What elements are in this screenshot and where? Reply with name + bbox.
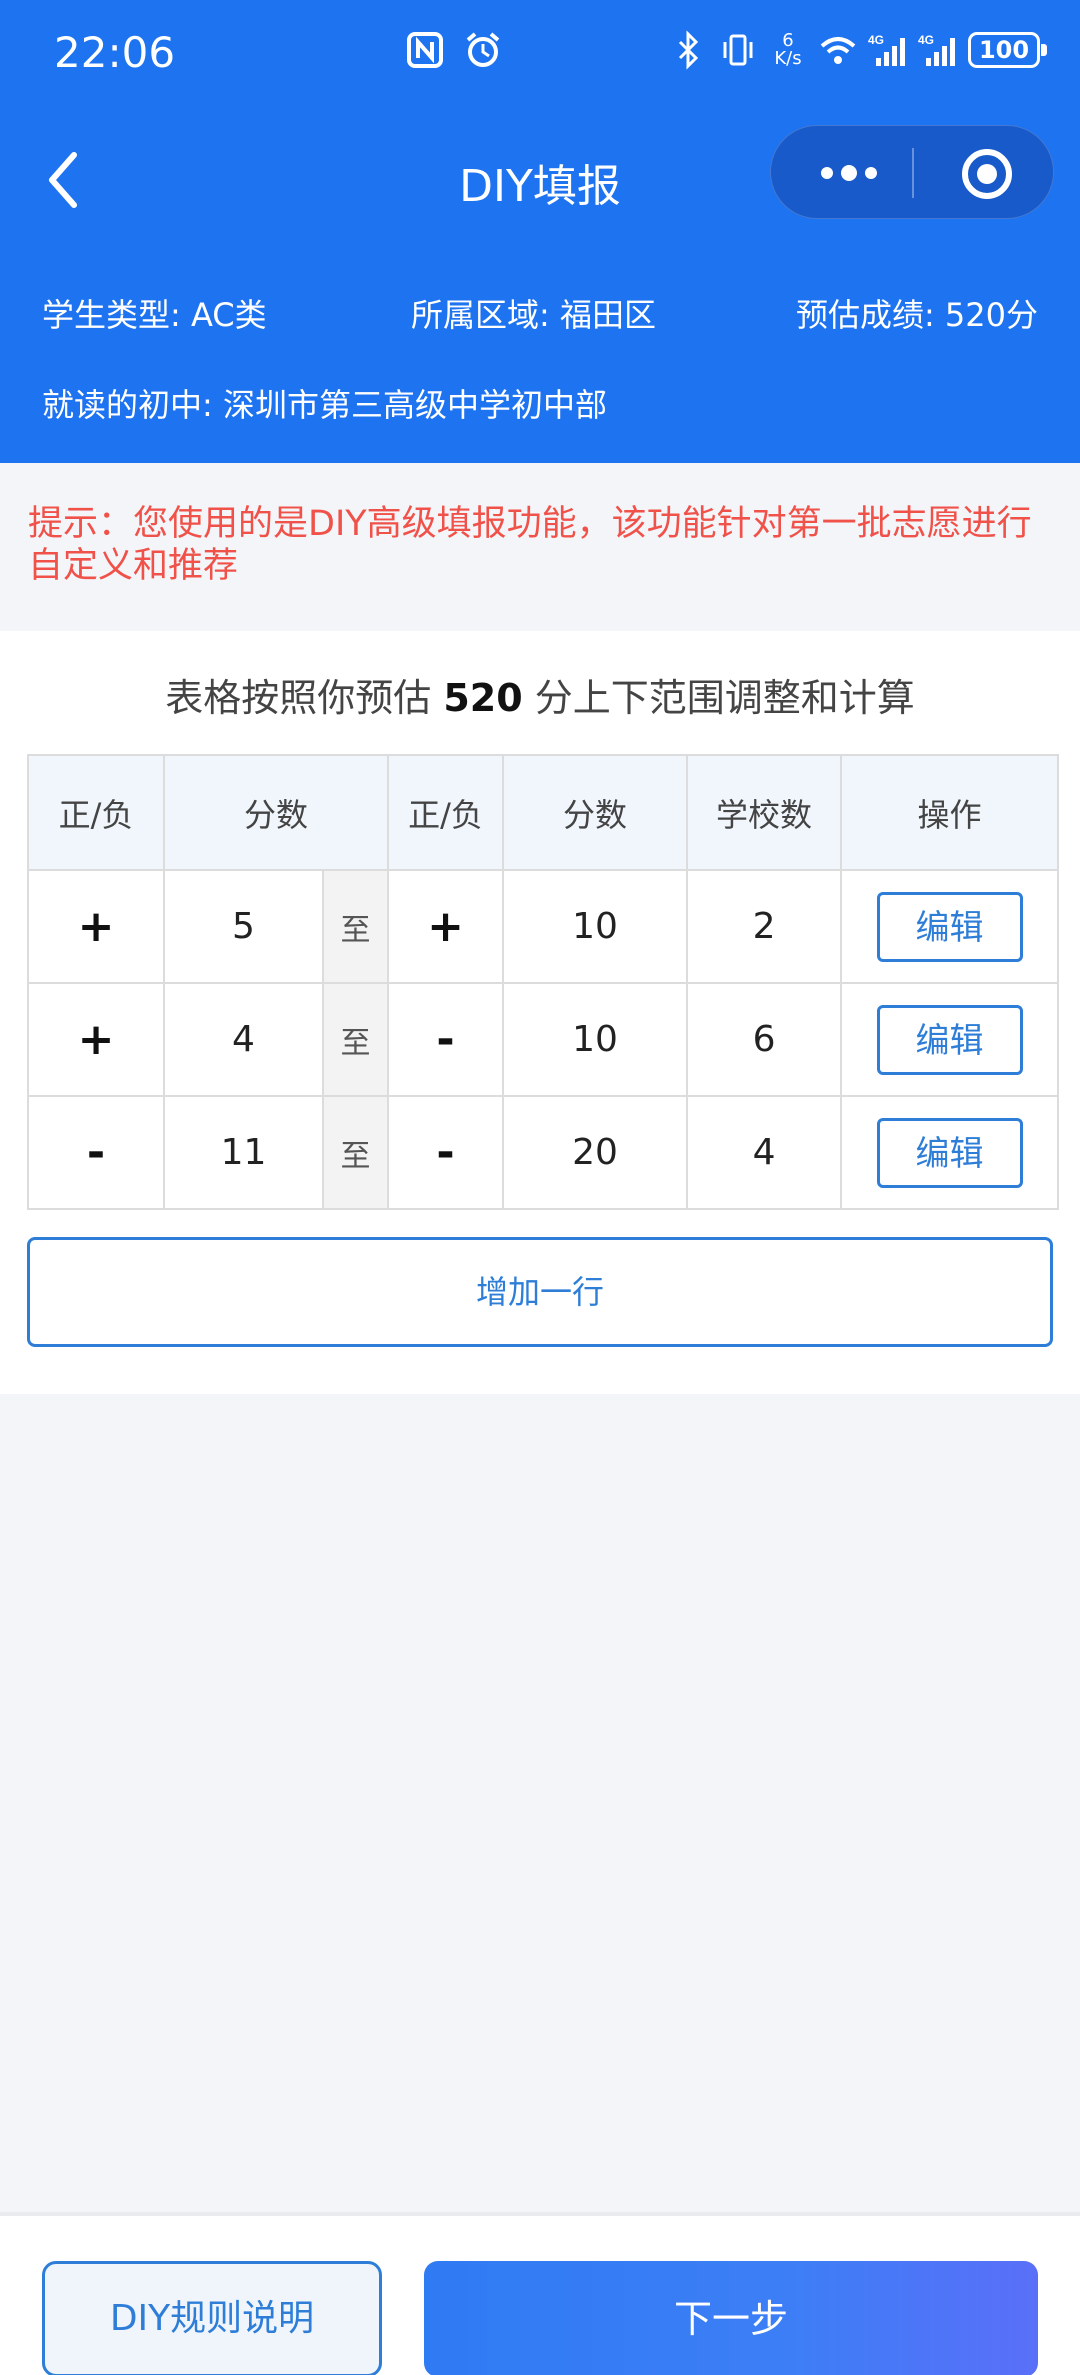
sign-to: -	[387, 1095, 505, 1210]
status-bar: 22:06 6 K/s 4G 4G 100	[0, 0, 1080, 108]
sign-from: +	[27, 982, 165, 1097]
header-sign-from: 正/负	[27, 754, 165, 871]
action-cell: 编辑	[840, 869, 1060, 984]
score-from: 4	[163, 982, 324, 1097]
signal-4g-icon: 4G	[868, 33, 905, 66]
table-header-row: 正/负 分数 正/负 分数 学校数 操作	[27, 754, 1060, 871]
sign-to: -	[387, 982, 505, 1097]
table-row: + 4 至 - 10 6 编辑	[27, 982, 1060, 1097]
sign-from: +	[27, 869, 165, 984]
svg-text:4G: 4G	[868, 33, 884, 47]
alarm-icon	[466, 32, 500, 67]
student-type: 学生类型: AC类	[42, 296, 267, 334]
notice-text: 提示：您使用的是DIY高级填报功能，该功能针对第一批志愿进行自定义和推荐	[0, 463, 1080, 631]
network-speed-unit: K/s	[774, 48, 802, 69]
miniprogram-capsule	[770, 125, 1054, 219]
nfc-icon	[407, 32, 443, 68]
signal-4g-icon: 4G	[918, 33, 955, 66]
subtitle-suffix: 分上下范围调整和计算	[534, 676, 915, 720]
score-to: 20	[502, 1095, 689, 1210]
estimated-score: 预估成绩: 520分	[795, 296, 1038, 334]
header-score-from: 分数	[162, 754, 390, 871]
vibrate-icon	[723, 34, 753, 66]
score-from: 11	[163, 1095, 324, 1210]
next-step-button[interactable]: 下一步	[424, 2261, 1038, 2375]
table-row: + 5 至 + 10 2 编辑	[27, 869, 1060, 984]
score-to: 10	[502, 982, 689, 1097]
table-row: - 11 至 - 20 4 编辑	[27, 1095, 1060, 1210]
sign-from: -	[27, 1095, 165, 1210]
diy-rules-button[interactable]: DIY规则说明	[42, 2261, 382, 2375]
subtitle-prefix: 表格按照你预估	[165, 676, 432, 720]
subtitle-score: 520	[443, 676, 523, 720]
district: 所属区域: 福田区	[411, 296, 656, 334]
score-range-table: 正/负 分数 正/负 分数 学校数 操作 + 5 至 + 10 2 编辑 + 4…	[27, 754, 1060, 1210]
network-speed: 6 K/s	[768, 32, 808, 68]
wifi-icon	[820, 37, 856, 64]
capsule-divider	[912, 148, 914, 198]
to-label: 至	[321, 869, 390, 984]
battery-indicator: 100	[968, 32, 1047, 68]
middle-school: 就读的初中: 深圳市第三高级中学初中部	[42, 386, 607, 424]
range-card: 表格按照你预估 520 分上下范围调整和计算 正/负 分数 正/负 分数 学校数…	[0, 631, 1080, 1394]
score-to: 10	[502, 869, 689, 984]
more-icon[interactable]	[809, 148, 889, 198]
header-score-to: 分数	[502, 754, 689, 871]
school-count: 4	[686, 1095, 843, 1210]
status-right-icons: 6 K/s 4G 4G 100	[668, 30, 1047, 70]
add-row-button[interactable]: 增加一行	[27, 1237, 1053, 1347]
header-sign-to: 正/负	[387, 754, 505, 871]
close-miniprogram-icon[interactable]	[959, 146, 1015, 202]
bluetooth-icon	[678, 30, 699, 70]
edit-button[interactable]: 编辑	[876, 1004, 1023, 1075]
school-count: 2	[686, 869, 843, 984]
to-label: 至	[321, 1095, 390, 1210]
to-label: 至	[321, 982, 390, 1097]
svg-text:4G: 4G	[918, 33, 934, 47]
header-action: 操作	[840, 754, 1060, 871]
action-cell: 编辑	[840, 982, 1060, 1097]
edit-button[interactable]: 编辑	[876, 1117, 1023, 1188]
edit-button[interactable]: 编辑	[876, 891, 1023, 962]
status-left-icons	[405, 30, 503, 70]
sign-to: +	[387, 869, 505, 984]
header-school-count: 学校数	[686, 754, 843, 871]
table-subtitle: 表格按照你预估 520 分上下范围调整和计算	[0, 667, 1080, 722]
school-count: 6	[686, 982, 843, 1097]
bottom-bar: DIY规则说明 下一步	[0, 2212, 1080, 2375]
status-time: 22:06	[54, 28, 176, 77]
score-from: 5	[163, 869, 324, 984]
action-cell: 编辑	[840, 1095, 1060, 1210]
